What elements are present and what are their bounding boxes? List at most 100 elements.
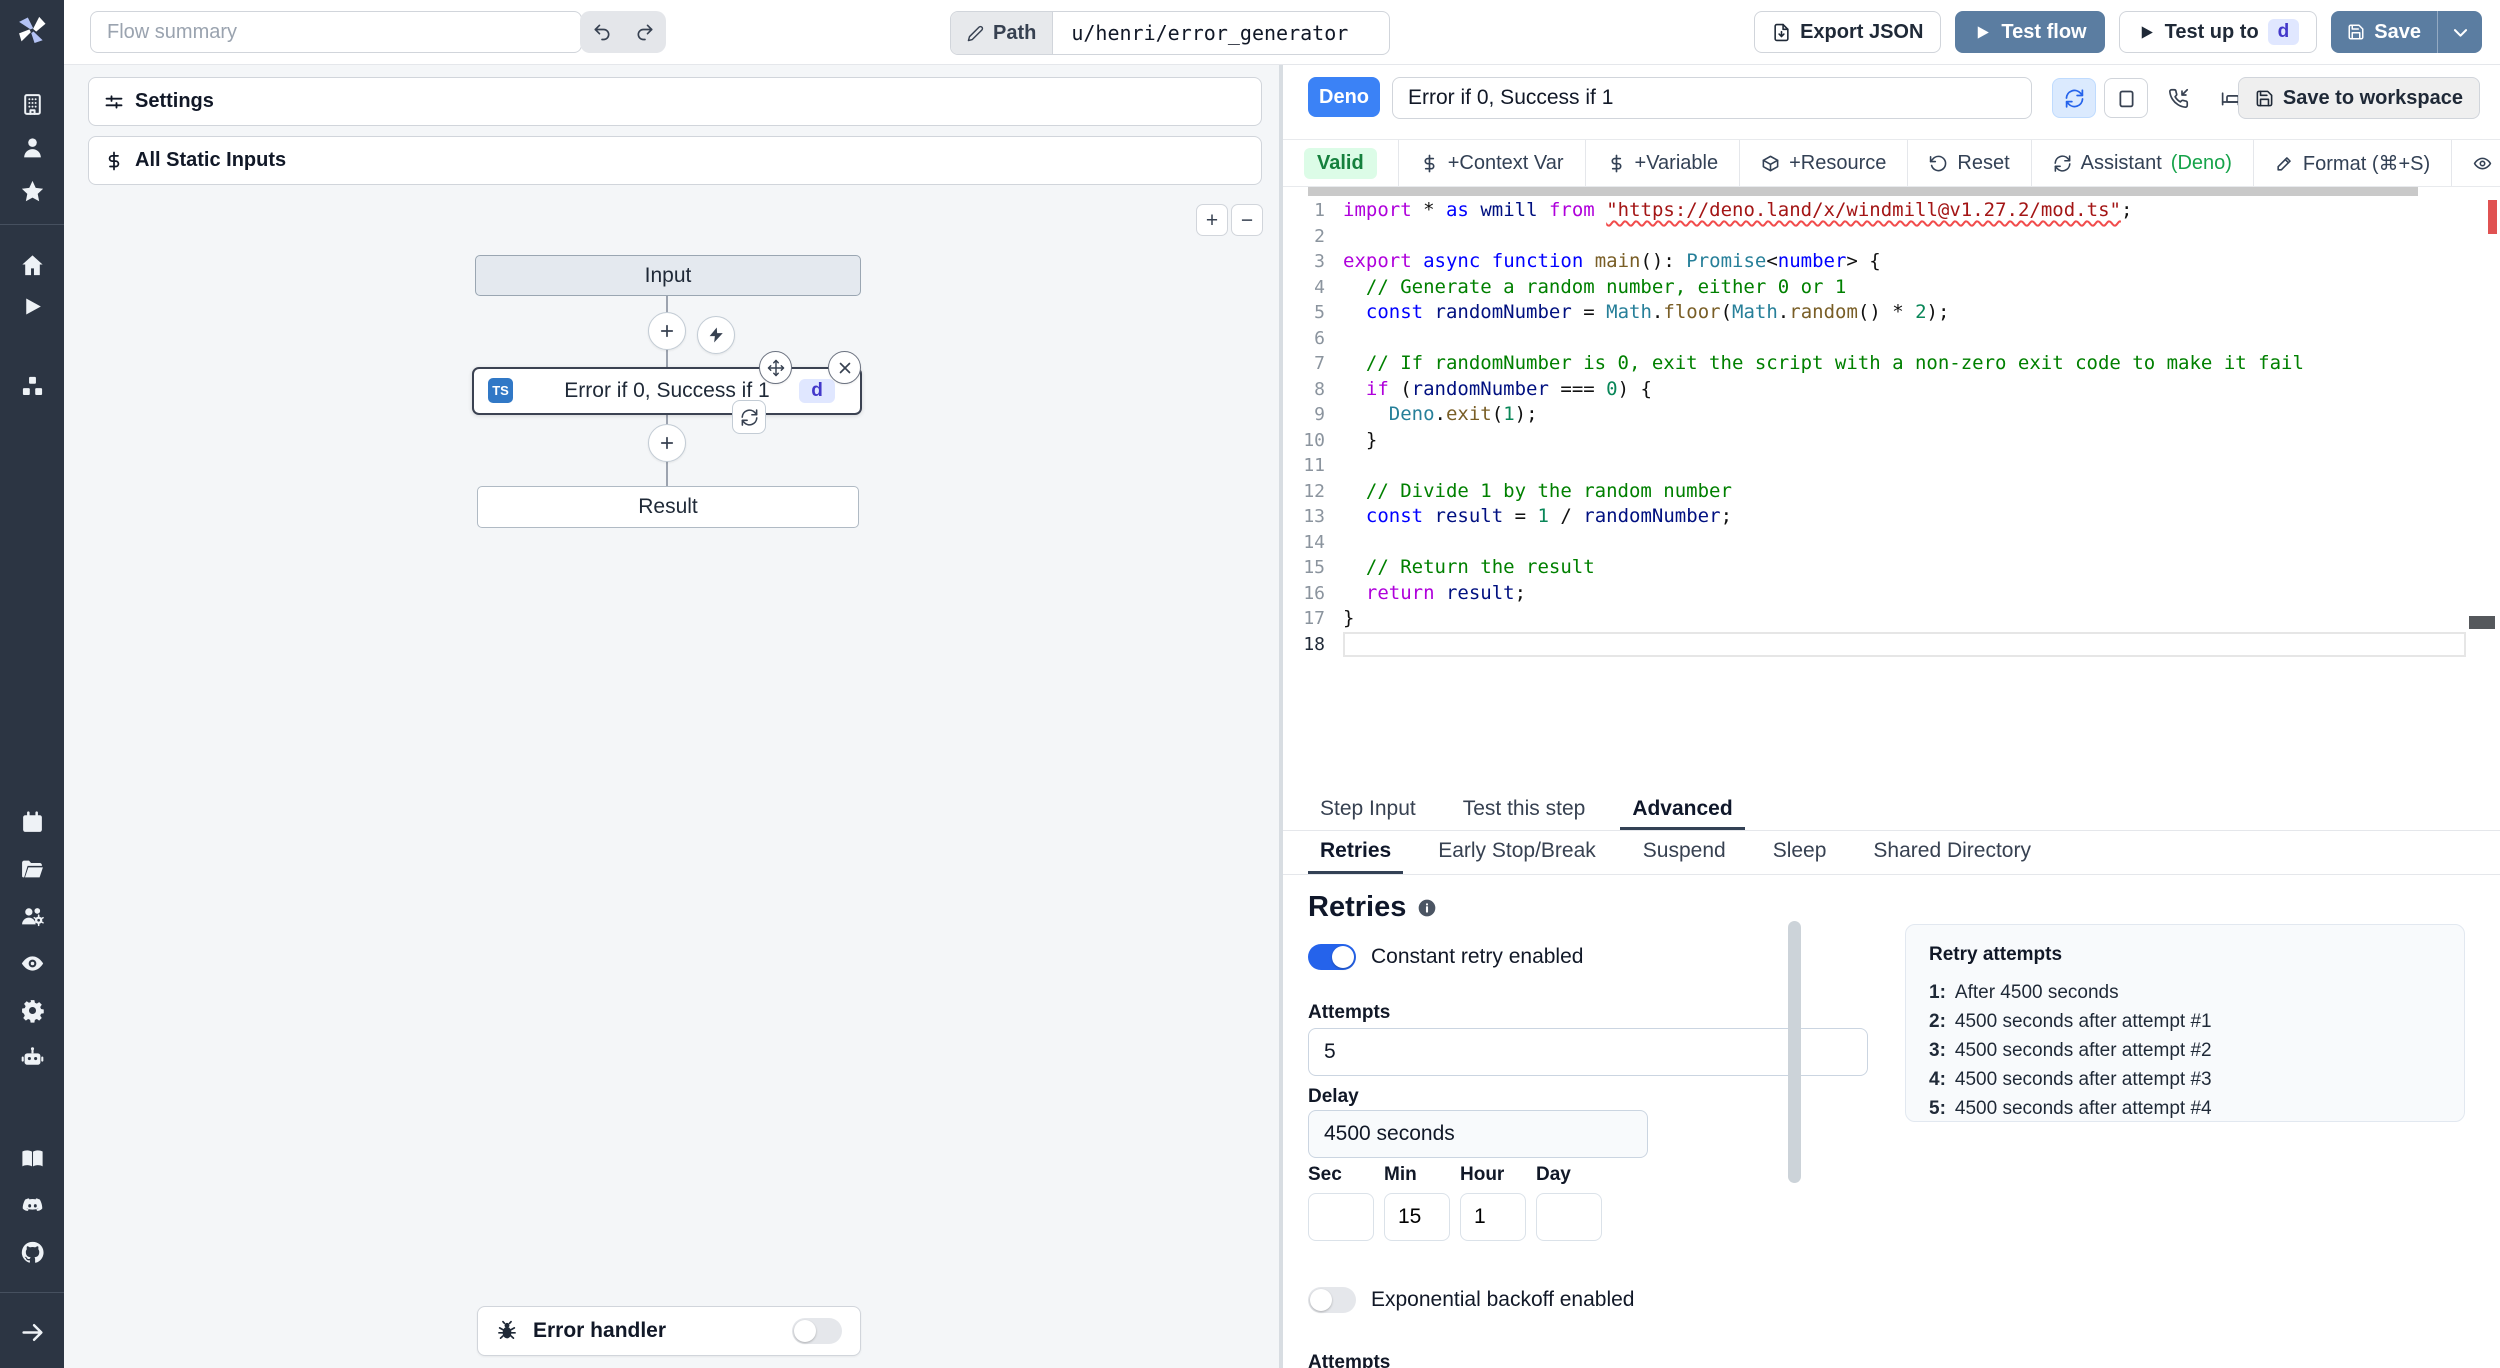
exponential-backoff-toggle[interactable]	[1308, 1287, 1356, 1313]
code-line: 17}	[1283, 606, 2500, 632]
code-text: import * as wmill from "https://deno.lan…	[1343, 199, 2133, 221]
error-handler-toggle[interactable]	[792, 1318, 842, 1344]
flow-node-step[interactable]: TS Error if 0, Success if 1 d	[472, 367, 862, 415]
windmill-logo-icon[interactable]	[14, 13, 50, 49]
zoom-out-button[interactable]: −	[1231, 204, 1263, 236]
user-icon	[20, 135, 45, 160]
editor-scrollbar-thumb[interactable]	[2469, 616, 2495, 629]
sidebar-item-user[interactable]	[0, 129, 64, 165]
save-button[interactable]: Save	[2331, 11, 2437, 53]
toolbar-explore-other-s[interactable]: Explore other s	[2451, 140, 2500, 186]
info-icon[interactable]	[1417, 898, 1437, 918]
save-icon	[2347, 23, 2365, 41]
error-handler-bar[interactable]: Error handler	[477, 1306, 861, 1356]
code-editor[interactable]: 1 import * as wmill from "https://deno.la…	[1283, 198, 2500, 790]
sidebar-item-bot[interactable]	[0, 1039, 64, 1075]
dollar-sm-icon	[1420, 154, 1439, 173]
flow-node-result[interactable]: Result	[477, 486, 859, 528]
content-scrollbar[interactable]	[1788, 921, 1801, 1183]
toolbar--variable[interactable]: +Variable	[1584, 140, 1740, 186]
subtab-early-stop-break[interactable]: Early Stop/Break	[1426, 831, 1608, 874]
toolbar-label: +Variable	[1634, 151, 1719, 174]
zap-icon	[707, 326, 725, 344]
pencil-icon	[967, 25, 984, 42]
save-to-workspace-button[interactable]: Save to workspace	[2237, 77, 2480, 119]
sec-input[interactable]	[1308, 1193, 1374, 1241]
attempts-input[interactable]	[1308, 1028, 1868, 1076]
sidebar-item-star[interactable]	[0, 173, 64, 209]
delete-node-button[interactable]	[828, 351, 861, 384]
sidebar-item-building[interactable]	[0, 86, 64, 122]
subtab-suspend[interactable]: Suspend	[1631, 831, 1738, 874]
sidebar-item-gear[interactable]	[0, 992, 64, 1028]
toolbar--resource[interactable]: +Resource	[1739, 140, 1907, 186]
tab-step-input[interactable]: Step Input	[1308, 790, 1428, 830]
insert-step-button[interactable]	[648, 424, 686, 462]
sidebar-item-boxes[interactable]	[0, 368, 64, 404]
trigger-button[interactable]	[697, 316, 735, 354]
path-widget[interactable]: Path u/henri/error_generator	[950, 11, 1391, 55]
toolbar--context-var[interactable]: +Context Var	[1397, 140, 1585, 186]
sidebar-item-play[interactable]	[0, 288, 64, 324]
toolbar-assistant[interactable]: Assistant (Deno)	[2030, 140, 2253, 186]
language-badge[interactable]: Deno	[1308, 77, 1380, 117]
line-number: 16	[1303, 582, 1325, 604]
retry-attempt-item: 4: 4500 seconds after attempt #3	[1929, 1069, 2212, 1090]
flow-summary-input[interactable]	[90, 11, 582, 53]
all-static-inputs-bar[interactable]: All Static Inputs	[88, 136, 1262, 185]
zoom-in-button[interactable]: +	[1196, 204, 1228, 236]
boxes-icon	[20, 374, 45, 399]
sidebar-item-github[interactable]	[0, 1234, 64, 1270]
phone-button[interactable]	[2156, 78, 2200, 118]
save-menu-button[interactable]	[2437, 11, 2482, 53]
sidebar-item-arrow-right[interactable]	[0, 1314, 64, 1350]
delay-input[interactable]	[1308, 1110, 1648, 1158]
sidebar-item-folder-open[interactable]	[0, 851, 64, 887]
redo-button[interactable]	[623, 11, 666, 53]
star-icon	[20, 179, 45, 204]
test-up-to-button[interactable]: Test up to d	[2118, 11, 2318, 53]
subtab-retries[interactable]: Retries	[1308, 831, 1404, 874]
step-id-badge: d	[2267, 19, 2300, 45]
refresh-icon	[2064, 88, 2085, 109]
toolbar-format-s-[interactable]: Format (⌘+S)	[2252, 140, 2451, 186]
subtab-sleep[interactable]: Sleep	[1761, 831, 1839, 874]
min-input[interactable]	[1384, 1193, 1450, 1241]
move-node-button[interactable]	[759, 351, 792, 384]
test-flow-button[interactable]: Test flow	[1955, 11, 2105, 53]
constant-retry-toggle[interactable]	[1308, 944, 1356, 970]
settings-bar[interactable]: Settings	[88, 77, 1262, 126]
insert-step-button[interactable]	[648, 312, 686, 350]
export-json-button[interactable]: Export JSON	[1754, 11, 1942, 53]
undo-button[interactable]	[580, 11, 623, 53]
sidebar-item-users[interactable]	[0, 898, 64, 934]
sidebar-item-home[interactable]	[0, 247, 64, 283]
day-input[interactable]	[1536, 1193, 1602, 1241]
calendar-icon	[20, 810, 45, 835]
sync-button[interactable]	[2052, 78, 2096, 118]
retry-indicator-button[interactable]	[732, 400, 766, 434]
sidebar-item-eye-filled[interactable]	[0, 945, 64, 981]
sidebar-item-calendar[interactable]	[0, 804, 64, 840]
square-button[interactable]	[2104, 78, 2148, 118]
lint-status: Valid	[1283, 140, 1398, 186]
flow-node-input[interactable]: Input	[475, 255, 861, 296]
file-down-icon	[1772, 23, 1791, 42]
play-icon	[2137, 23, 2156, 42]
path-value[interactable]: u/henri/error_generator	[1053, 12, 1389, 54]
toolbar-reset[interactable]: Reset	[1907, 140, 2030, 186]
toolbar-label-suffix: (Deno)	[2170, 151, 2232, 174]
subtab-shared-directory[interactable]: Shared Directory	[1861, 831, 2043, 874]
tab-test-this-step[interactable]: Test this step	[1451, 790, 1598, 830]
sidebar-item-dollar[interactable]	[0, 327, 64, 363]
error-overview-marker	[2488, 200, 2497, 234]
delay-label: Delay	[1308, 1086, 1359, 1107]
save-to-workspace-label: Save to workspace	[2282, 86, 2463, 109]
hour-input[interactable]	[1460, 1193, 1526, 1241]
toolbar-hscrollbar[interactable]	[1308, 187, 2418, 196]
sidebar-item-discord[interactable]	[0, 1187, 64, 1223]
retries-heading: Retries	[1308, 891, 1407, 923]
tab-advanced[interactable]: Advanced	[1620, 790, 1745, 830]
step-name-input[interactable]	[1392, 77, 2032, 119]
sidebar-item-book[interactable]	[0, 1140, 64, 1176]
